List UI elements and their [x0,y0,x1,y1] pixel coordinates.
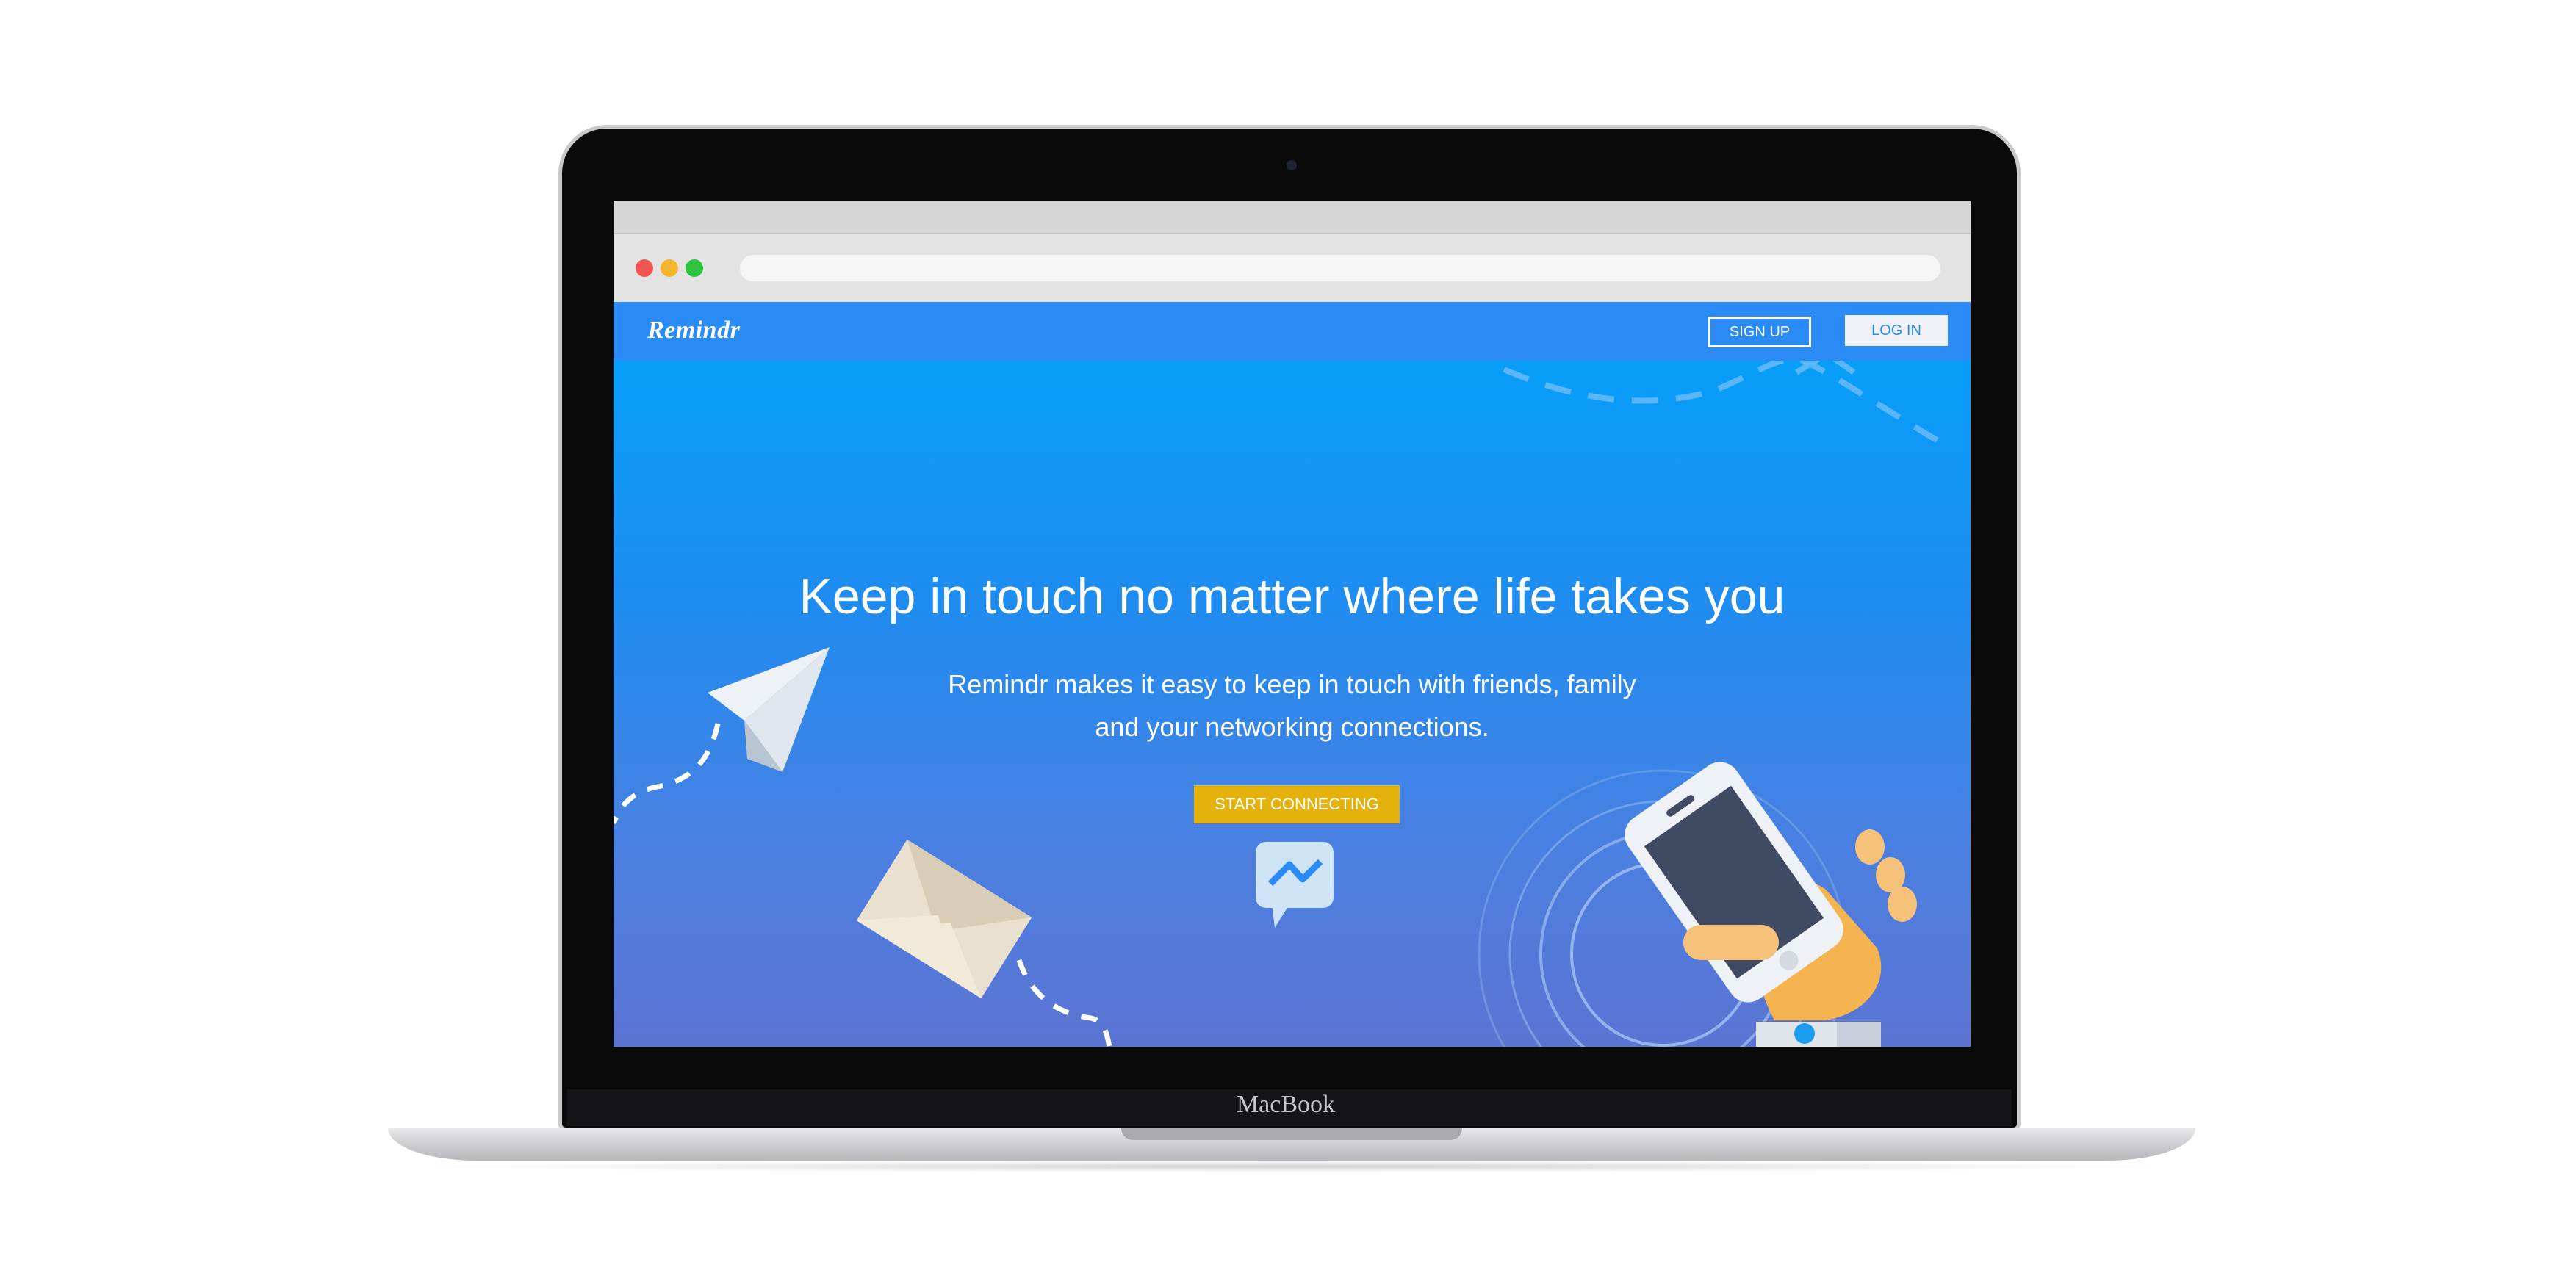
dashed-trail-left [614,723,721,825]
macbook-frame: Remindr SIGN UP LOG IN Keep in touch no … [0,0,2576,1284]
hero-subtitle: Remindr makes it easy to keep in touch w… [907,663,1677,749]
site-navbar: Remindr SIGN UP LOG IN [614,302,1971,361]
phone-in-hand-icon [1625,762,1917,1047]
minimize-window-button[interactable] [661,259,678,277]
laptop-shadow [411,1161,2175,1172]
messenger-icon [1256,842,1334,928]
website: Remindr SIGN UP LOG IN Keep in touch no … [614,302,1971,1047]
zoom-window-button[interactable] [686,259,703,277]
laptop-opening-notch [1121,1128,1462,1140]
paper-plane-icon [708,647,830,772]
camera-icon [1287,160,1297,170]
hero-headline: Keep in touch no matter where life takes… [799,569,1785,624]
log-in-button[interactable]: LOG IN [1845,315,1948,346]
hero-subtitle-line-2: and your networking connections. [1095,712,1489,742]
screen: Remindr SIGN UP LOG IN Keep in touch no … [614,201,1971,1047]
hero-subtitle-line-1: Remindr makes it easy to keep in touch w… [948,669,1636,699]
address-bar[interactable] [740,255,1940,281]
dashed-trail-bottom [1016,959,1112,1047]
dashed-trail-top [1503,356,1954,452]
start-connecting-button[interactable]: START CONNECTING [1194,785,1400,823]
envelope-icon [856,839,1032,999]
browser-titlebar [614,201,1971,234]
site-logo[interactable]: Remindr [647,317,740,345]
close-window-button[interactable] [636,259,653,277]
sign-up-button[interactable]: SIGN UP [1708,317,1811,347]
device-brand-label: MacBook [1236,1091,1336,1118]
